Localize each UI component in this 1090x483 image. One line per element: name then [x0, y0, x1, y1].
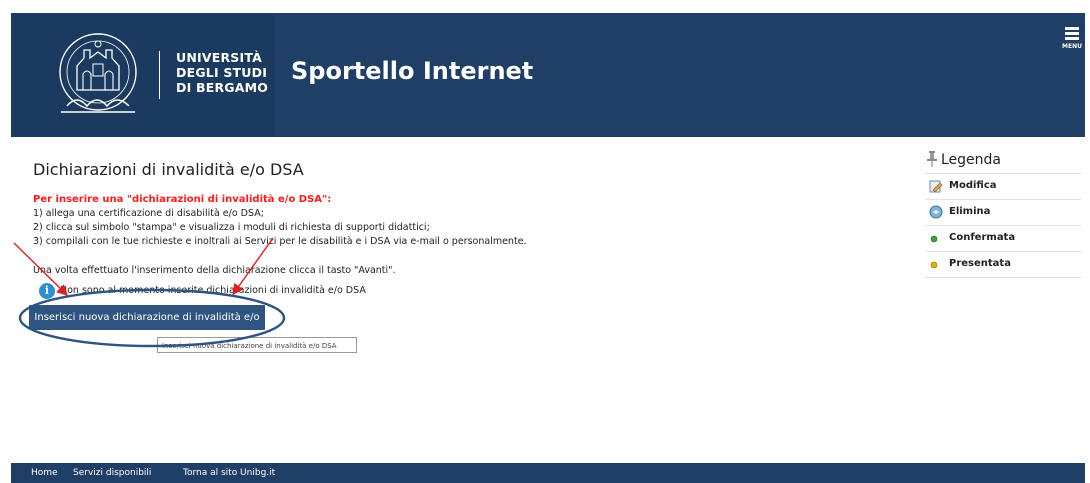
app-title: Sportello Internet — [291, 57, 534, 85]
legend-item-presentata: Presentata — [925, 251, 1081, 278]
hamburger-icon-bar — [1065, 37, 1079, 40]
legend-title: Legenda — [941, 152, 1002, 168]
page-title: Dichiarazioni di invalidità e/o DSA — [33, 160, 304, 179]
legend-item-confermata: Confermata — [925, 225, 1081, 251]
insert-declaration-button[interactable]: Inserisci nuova dichiarazione di invalid… — [29, 305, 265, 348]
instruction-step-1: 1) allega una certificazione di disabili… — [33, 208, 264, 219]
instructions-heading: Per inserire una "dichiarazioni di inval… — [33, 194, 332, 205]
legend-item-elimina: Elimina — [925, 199, 1081, 225]
after-insert-note: Una volta effettuato l'inserimento della… — [33, 265, 396, 276]
button-tooltip: Inserisci nuova dichiarazione di invalid… — [157, 337, 357, 353]
footer-link-unibg[interactable]: Torna al sito Unibg.it — [183, 468, 275, 478]
site-header: UNIVERSITÀ DEGLI STUDI DI BERGAMO Sporte… — [11, 13, 1085, 137]
university-logo-text[interactable]: UNIVERSITÀ DEGLI STUDI DI BERGAMO — [176, 50, 268, 95]
legend-item-label: Presentata — [949, 258, 1011, 269]
legend-item-label: Elimina — [949, 206, 991, 217]
logo-line-3: DI BERGAMO — [176, 80, 269, 95]
hamburger-icon — [1065, 27, 1079, 30]
legend-panel: Legenda Modifica Elimina Confermata Pres… — [925, 149, 1081, 278]
delete-icon — [929, 205, 943, 219]
logo-line-1: UNIVERSITÀ — [176, 50, 262, 65]
footer-link-servizi[interactable]: Servizi disponibili — [73, 468, 151, 478]
university-seal-icon[interactable] — [47, 30, 149, 120]
instruction-step-3: 3) compilali con le tue richieste e inol… — [33, 236, 527, 247]
site-footer: Home Servizi disponibili Torna al sito U… — [11, 463, 1085, 483]
logo-divider — [159, 51, 160, 99]
info-icon: i — [39, 283, 55, 299]
yellow-dot-icon — [930, 261, 938, 269]
footer-link-home[interactable]: Home — [31, 468, 58, 478]
edit-icon — [929, 180, 943, 193]
legend-header: Legenda — [925, 149, 1081, 173]
legend-item-label: Modifica — [949, 180, 997, 191]
legend-item-label: Confermata — [949, 232, 1016, 243]
green-dot-icon — [930, 235, 938, 243]
info-message: Non sono al momento inserite dichiarazio… — [60, 285, 366, 296]
menu-label: MENU — [1062, 43, 1082, 50]
hamburger-icon-bar — [1065, 32, 1079, 35]
logo-line-2: DEGLI STUDI — [176, 65, 268, 80]
instruction-step-2: 2) clicca sul simbolo "stampa" e visuali… — [33, 222, 430, 233]
legend-item-modifica: Modifica — [925, 173, 1081, 199]
pin-icon — [927, 151, 937, 167]
menu-button[interactable]: MENU — [1061, 23, 1083, 59]
